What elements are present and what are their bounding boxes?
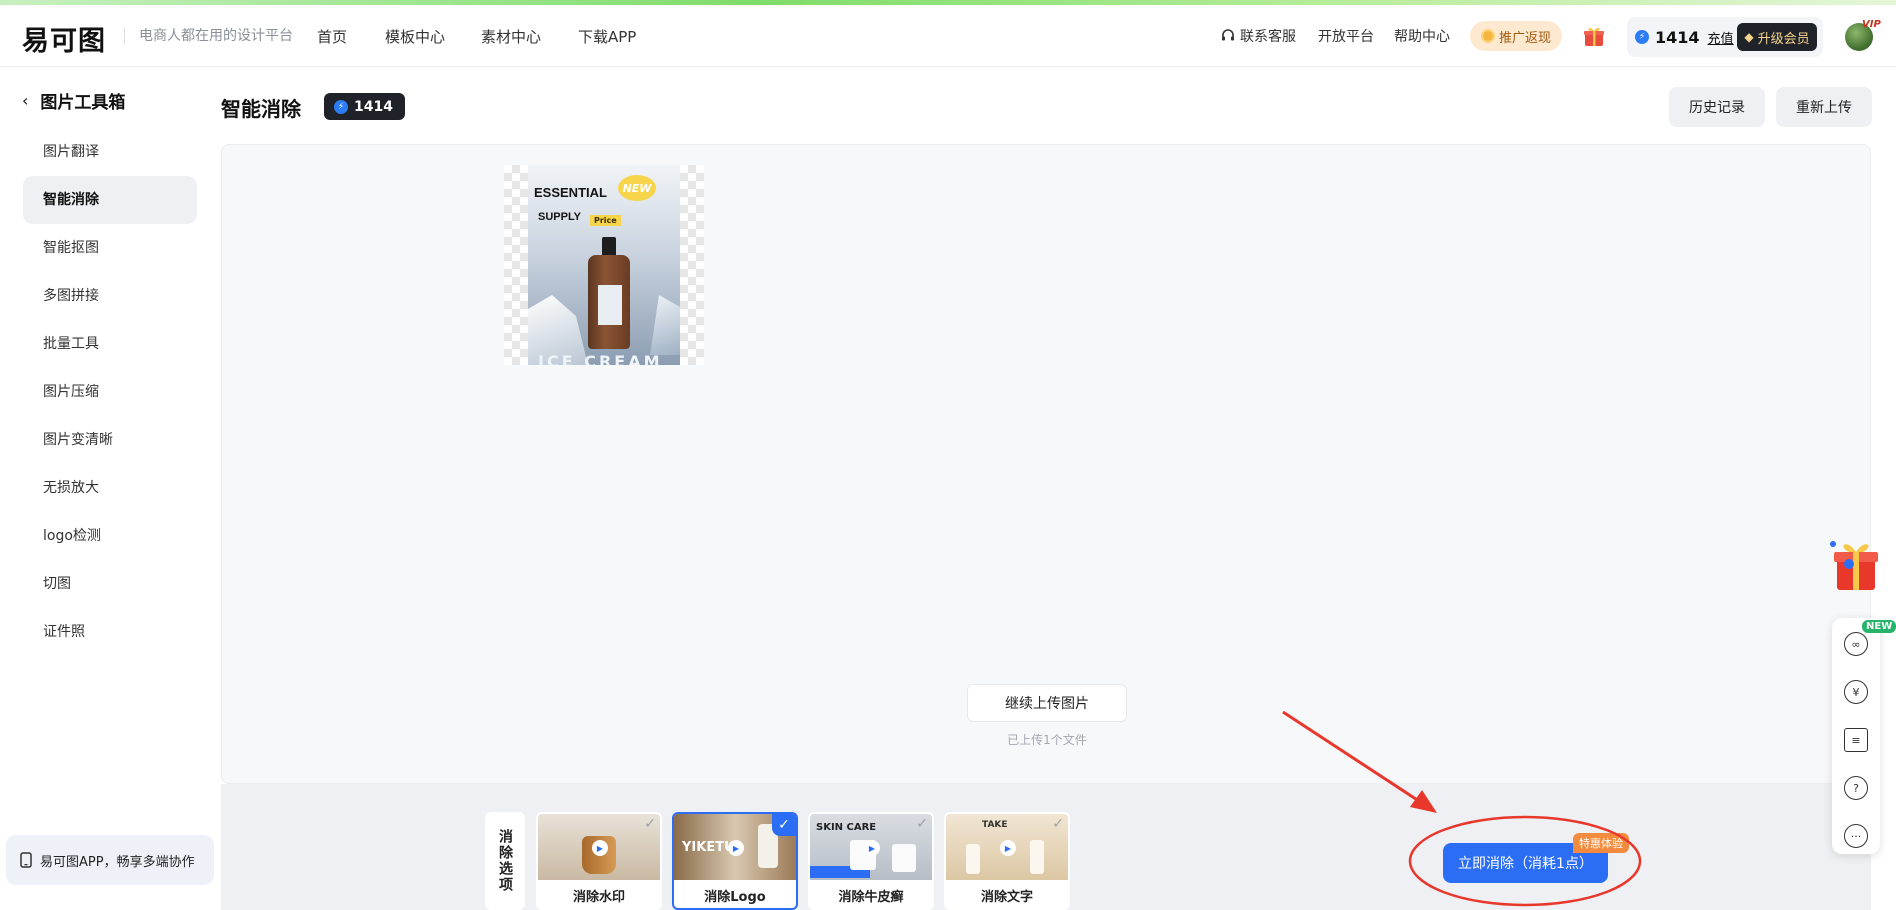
poster-ice-right xyxy=(650,295,680,355)
app-promo-label: 易可图APP，畅享多端协作 xyxy=(40,854,195,870)
points-value: 1414 xyxy=(1655,27,1700,47)
option-card-remove-watermark[interactable]: ▶ ✓ 消除水印 xyxy=(536,812,662,910)
poster-price-tag: Price xyxy=(590,215,621,226)
play-icon: ▶ xyxy=(1000,840,1016,856)
floating-toolbar: ∞ ¥ ≡ ? ··· xyxy=(1832,618,1880,854)
option-caption: 消除水印 xyxy=(572,890,625,905)
promo-cashback-button[interactable]: 推广返现 xyxy=(1470,21,1562,51)
phone-icon xyxy=(20,852,32,868)
headset-icon xyxy=(1222,29,1234,41)
option-overlay-text: SKIN CARE xyxy=(816,822,877,833)
poster-subline: SUPPLY xyxy=(538,211,582,223)
poster-bottom-text: ICE CREAM xyxy=(538,352,663,365)
page-title: 智能消除 xyxy=(221,97,301,121)
sidebar-item-logo-detect[interactable]: logo检测 xyxy=(23,512,197,560)
chat-icon[interactable]: ··· xyxy=(1844,824,1868,848)
check-icon: ✓ xyxy=(1052,816,1064,832)
check-icon: ✓ xyxy=(644,816,656,832)
sidebar-item-slice[interactable]: 切图 xyxy=(23,560,197,608)
erase-options-label: 消除选项 xyxy=(485,812,525,910)
nav-templates[interactable]: 模板中心 xyxy=(385,26,445,47)
nav-home[interactable]: 首页 xyxy=(317,26,347,47)
option-overlay-text: TAKE xyxy=(982,820,1008,830)
support-link[interactable]: 联系客服 xyxy=(1220,26,1296,46)
continue-upload-button[interactable]: 继续上传图片 xyxy=(967,684,1127,722)
sidebar-title-label: 图片工具箱 xyxy=(40,93,126,113)
app-promo-banner[interactable]: 易可图APP，畅享多端协作 xyxy=(6,835,214,885)
nav-materials[interactable]: 素材中心 xyxy=(481,26,541,47)
sidebar-item-compress[interactable]: 图片压缩 xyxy=(23,368,197,416)
points-badge-value: 1414 xyxy=(354,98,393,115)
play-icon: ▶ xyxy=(592,840,608,856)
play-icon: ▶ xyxy=(864,840,880,856)
upgrade-label: 升级会员 xyxy=(1757,31,1810,47)
open-platform-link[interactable]: 开放平台 xyxy=(1318,26,1374,46)
sidebar-item-batch-tools[interactable]: 批量工具 xyxy=(23,320,197,368)
poster-new-badge: NEW xyxy=(618,175,656,201)
sidebar-item-image-translate[interactable]: 图片翻译 xyxy=(23,128,197,176)
poster-bottle-pump xyxy=(602,237,616,257)
brand-logo[interactable]: 易可图 xyxy=(22,19,106,58)
product-poster-image: ESSENTIAL NEW SUPPLY Price ICE CREAM xyxy=(528,165,680,365)
gift-box-icon[interactable] xyxy=(1829,530,1881,594)
points-coin-icon: ⚡ xyxy=(334,99,348,114)
option-card-remove-stickers[interactable]: SKIN CARE ▶ ✓ 消除牛皮癣 xyxy=(808,812,934,910)
vip-mark: VIP xyxy=(1862,19,1881,30)
check-icon: ✓ xyxy=(772,814,796,836)
sidebar-title[interactable]: ‹ 图片工具箱 xyxy=(22,88,125,113)
sidebar: ‹ 图片工具箱 图片翻译 智能消除 智能抠图 多图拼接 批量工具 图片压缩 图片… xyxy=(0,68,214,910)
history-button[interactable]: 历史记录 xyxy=(1669,87,1765,127)
upgrade-member-button[interactable]: ◆ 升级会员 xyxy=(1737,23,1817,51)
help-icon[interactable]: ? xyxy=(1844,776,1868,800)
check-icon: ✓ xyxy=(916,816,928,832)
option-card-remove-text[interactable]: TAKE ▶ ✓ 消除文字 xyxy=(944,812,1070,910)
points-badge: ⚡ 1414 xyxy=(324,93,405,120)
sidebar-item-lossless-upscale[interactable]: 无损放大 xyxy=(23,464,197,512)
uploaded-image-thumbnail[interactable]: ESSENTIAL NEW SUPPLY Price ICE CREAM xyxy=(504,165,704,365)
link-icon[interactable]: ∞ xyxy=(1844,632,1868,656)
brand-slogan: 电商人都在用的设计平台 xyxy=(124,27,293,45)
points-coin-icon: ⚡ xyxy=(1635,30,1649,44)
currency-exchange-icon[interactable]: ¥ xyxy=(1844,680,1868,704)
gift-icon[interactable] xyxy=(1582,24,1606,48)
poster-headline: ESSENTIAL xyxy=(534,185,607,200)
sidebar-item-sharpen[interactable]: 图片变清晰 xyxy=(23,416,197,464)
new-tag: NEW xyxy=(1862,620,1896,633)
uploaded-count: 已上传1个文件 xyxy=(1007,733,1087,747)
play-icon: ▶ xyxy=(728,840,744,856)
gold-coin-icon xyxy=(1480,29,1495,43)
option-card-remove-logo[interactable]: YIKETU ▶ ✓ 消除Logo xyxy=(672,812,798,910)
option-caption: 消除文字 xyxy=(980,890,1033,905)
help-center-link[interactable]: 帮助中心 xyxy=(1394,26,1450,46)
notes-icon[interactable]: ≡ xyxy=(1844,728,1868,752)
reupload-button[interactable]: 重新上传 xyxy=(1776,87,1872,127)
special-offer-tag: 特惠体验 xyxy=(1573,833,1629,853)
recharge-link[interactable]: 充值 xyxy=(1708,28,1734,47)
sidebar-item-id-photo[interactable]: 证件照 xyxy=(23,608,197,656)
sidebar-item-multi-stitch[interactable]: 多图拼接 xyxy=(23,272,197,320)
diamond-icon: ◆ xyxy=(1744,30,1754,44)
option-caption: 消除Logo xyxy=(704,890,766,905)
nav-download-app[interactable]: 下载APP xyxy=(578,26,636,47)
option-overlay-text: YIKETU xyxy=(682,840,735,855)
support-label: 联系客服 xyxy=(1240,29,1296,45)
poster-bottle-label xyxy=(598,285,622,325)
option-caption: 消除牛皮癣 xyxy=(838,890,904,905)
sidebar-item-smart-cutout[interactable]: 智能抠图 xyxy=(23,224,197,272)
promo-label: 推广返现 xyxy=(1498,30,1551,46)
top-header: 易可图 电商人都在用的设计平台 首页 模板中心 素材中心 下载APP 联系客服 … xyxy=(0,5,1896,67)
chevron-left-icon: ‹ xyxy=(22,91,29,110)
account-points-panel: ⚡ 1414 充值 ◆ 升级会员 xyxy=(1627,17,1823,57)
sidebar-item-smart-erase[interactable]: 智能消除 xyxy=(23,176,197,224)
